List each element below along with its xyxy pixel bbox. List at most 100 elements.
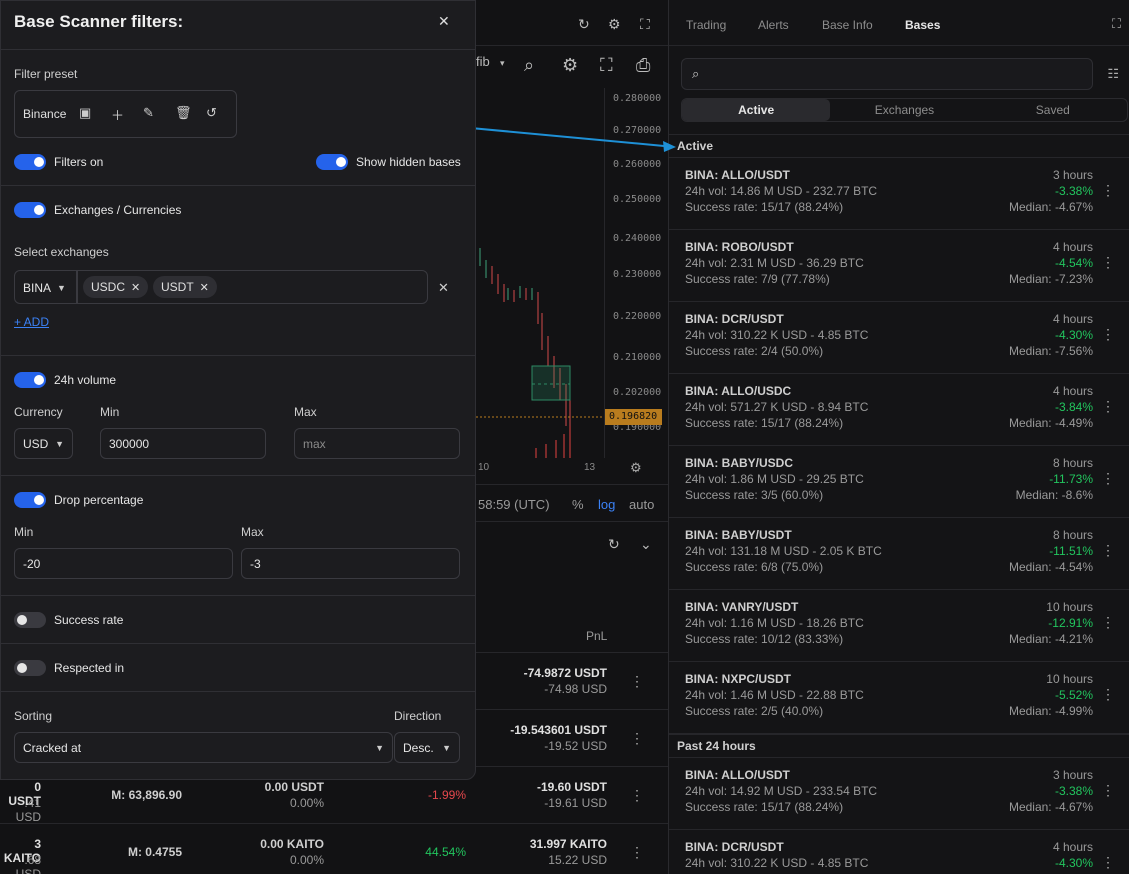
respected-label: Respected in [54, 661, 125, 675]
camera-icon[interactable]: ⎙ [636, 55, 650, 76]
refresh-icon[interactable]: ↻ [608, 536, 620, 553]
tab-alerts[interactable]: Alerts [758, 18, 789, 32]
filters-on-toggle[interactable] [14, 154, 46, 170]
positions-header: ↻ ⌄ [476, 522, 668, 566]
list-item[interactable]: BINA: DCR/USDT 24h vol: 310.22 K USD - 4.… [669, 830, 1129, 874]
segment-active[interactable]: Active [682, 99, 831, 121]
search-box[interactable]: ⌕ [681, 58, 1093, 90]
exchanges-label: Exchanges / Currencies [54, 203, 182, 217]
auto-toggle[interactable]: auto [629, 497, 654, 512]
reset-icon[interactable]: ↺ [206, 105, 217, 121]
volume-max-field[interactable] [294, 428, 460, 459]
more-icon[interactable]: ⋮ [1101, 782, 1115, 799]
tab-trading[interactable]: Trading [686, 18, 726, 32]
fullscreen-chart-icon[interactable]: ⛶ [600, 55, 613, 76]
expand-icon[interactable]: ⛶ [1112, 16, 1121, 32]
pnl-column-header[interactable]: PnL [586, 629, 607, 643]
volume-min-field[interactable]: 300000 [100, 428, 266, 459]
gear-icon[interactable]: ⚙ [608, 16, 621, 33]
save-icon[interactable]: ▣ [79, 105, 91, 121]
price-axis[interactable]: 0.280000 0.270000 0.260000 0.250000 0.24… [604, 88, 668, 458]
more-icon[interactable]: ⋮ [1101, 254, 1115, 271]
show-hidden-toggle[interactable] [316, 154, 348, 170]
table-row[interactable]: 3 KAITO .68 USD M: 0.4755 0.00 KAITO 0.0… [0, 823, 668, 874]
preset-name[interactable]: Binance [23, 107, 66, 121]
currency-select[interactable]: USD ▼ [14, 428, 73, 459]
refresh-icon[interactable]: ↻ [578, 16, 590, 33]
volume-max-input[interactable] [303, 437, 435, 451]
tab-base-info[interactable]: Base Info [822, 18, 873, 32]
candlestick-chart[interactable] [476, 88, 604, 458]
more-icon[interactable]: ⋮ [1101, 542, 1115, 559]
more-icon[interactable]: ⋮ [630, 787, 644, 804]
list-item[interactable]: BINA: BABY/USDT 24h vol: 131.18 M USD - 2… [669, 518, 1129, 590]
success-text: Success rate: 15/17 (88.24%) [685, 200, 844, 214]
remove-chip-icon[interactable]: ✕ [131, 282, 140, 294]
price-tick: 0.230000 [613, 269, 662, 280]
more-icon[interactable]: ⋮ [630, 730, 644, 747]
axis-settings-icon[interactable]: ⚙ [630, 460, 642, 476]
remove-chip-icon[interactable]: ✕ [200, 282, 209, 294]
sorting-label: Sorting [14, 709, 53, 723]
zoom-icon[interactable]: ⌕ [524, 55, 534, 76]
sorting-select[interactable]: Cracked at ▼ [14, 732, 393, 763]
success-toggle[interactable] [14, 612, 46, 628]
more-icon[interactable]: ⋮ [1101, 686, 1115, 703]
segment-saved[interactable]: Saved [979, 99, 1127, 121]
more-icon[interactable]: ⋮ [1101, 614, 1115, 631]
more-icon[interactable]: ⋮ [1101, 854, 1115, 871]
add-icon[interactable]: ＋ [111, 105, 124, 124]
drop-max-field[interactable]: -3 [241, 548, 460, 579]
exchange-select[interactable]: BINA ▼ [14, 270, 77, 304]
more-icon[interactable]: ⋮ [630, 844, 644, 861]
respected-toggle[interactable] [14, 660, 46, 676]
filter-settings-icon[interactable]: ☷ [1107, 66, 1119, 82]
tab-bases[interactable]: Bases [905, 18, 940, 32]
list-item[interactable]: BINA: VANRY/USDT 24h vol: 1.16 M USD - 18… [669, 590, 1129, 662]
more-icon[interactable]: ⋮ [1101, 326, 1115, 343]
median-text: Median: -4.49% [1008, 416, 1093, 430]
edit-icon[interactable]: ✎ [143, 105, 154, 121]
more-icon[interactable]: ⋮ [1101, 398, 1115, 415]
direction-select[interactable]: Desc. ▼ [394, 732, 460, 763]
currency-label: Currency [14, 405, 63, 419]
volume-toggle[interactable] [14, 372, 46, 388]
divider [1, 185, 475, 186]
list-item[interactable]: BINA: NXPC/USDT 24h vol: 1.46 M USD - 22.… [669, 662, 1129, 734]
change: 44.54% [425, 845, 466, 859]
exchanges-toggle[interactable] [14, 202, 46, 218]
success-text: Success rate: 7/9 (77.78%) [685, 272, 830, 286]
chart-settings-icon[interactable]: ⚙ [562, 55, 578, 76]
search-input[interactable] [712, 63, 1082, 85]
price-tick: 0.202000 [613, 387, 662, 398]
preset-box: Binance ▣ ＋ ✎ 🗑 ↺ [14, 90, 237, 138]
add-exchange-link[interactable]: + ADD [14, 315, 49, 329]
list-item[interactable]: BINA: ALLO/USDC 24h vol: 571.27 K USD - 8… [669, 374, 1129, 446]
volume-text: 24h vol: 571.27 K USD - 8.94 BTC [685, 400, 869, 414]
delete-icon[interactable]: 🗑 [175, 105, 192, 121]
more-icon[interactable]: ⋮ [1101, 470, 1115, 487]
more-icon[interactable]: ⋮ [630, 673, 644, 690]
list-item[interactable]: BINA: BABY/USDC 24h vol: 1.86 M USD - 29.… [669, 446, 1129, 518]
close-icon[interactable]: ✕ [438, 13, 450, 30]
collapse-icon[interactable]: ⌄ [640, 536, 652, 553]
drop-toggle[interactable] [14, 492, 46, 508]
more-icon[interactable]: ⋮ [1101, 182, 1115, 199]
fib-tool[interactable]: fib [476, 54, 490, 69]
fullscreen-icon[interactable]: ⛶ [640, 16, 650, 33]
clear-exchange-icon[interactable]: ✕ [438, 280, 449, 296]
log-toggle[interactable]: log [598, 497, 615, 512]
time-ago: 10 hours [1046, 672, 1093, 686]
segment-exchanges[interactable]: Exchanges [830, 99, 978, 121]
percent-toggle[interactable]: % [572, 497, 584, 512]
list-item[interactable]: BINA: DCR/USDT 24h vol: 310.22 K USD - 4.… [669, 302, 1129, 374]
divider [1, 355, 475, 356]
currency-chips[interactable]: USDC ✕ USDT ✕ [77, 270, 428, 304]
list-item[interactable]: BINA: ALLO/USDT 24h vol: 14.92 M USD - 23… [669, 758, 1129, 830]
chevron-down-icon[interactable]: ▾ [500, 58, 505, 69]
drop-min-field[interactable]: -20 [14, 548, 233, 579]
list-item[interactable]: BINA: ROBO/USDT 24h vol: 2.31 M USD - 36.… [669, 230, 1129, 302]
drop-min-label: Min [14, 525, 34, 539]
list-item[interactable]: BINA: ALLO/USDT 24h vol: 14.86 M USD - 23… [669, 158, 1129, 230]
volume-text: 24h vol: 1.86 M USD - 29.25 BTC [685, 472, 864, 486]
